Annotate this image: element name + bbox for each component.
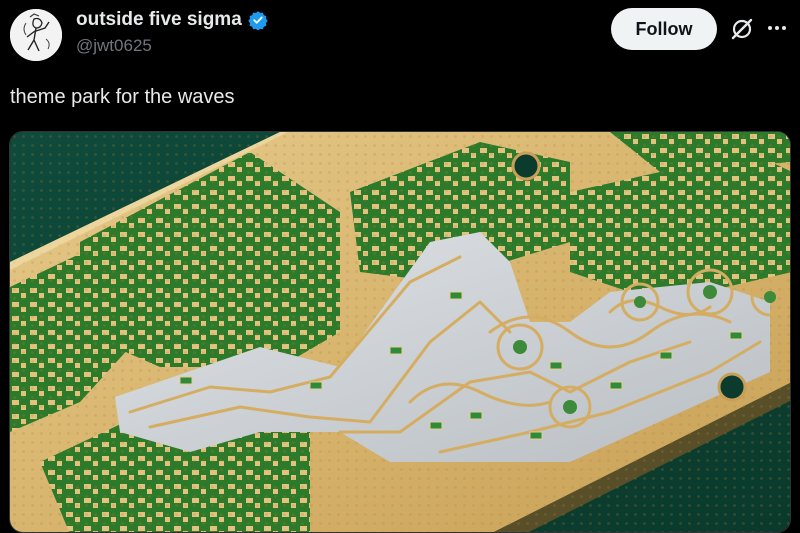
- follow-button[interactable]: Follow: [611, 8, 717, 50]
- grok-icon[interactable]: [729, 16, 755, 42]
- tweet-header: outside five sigma @jwt0625 Follow: [0, 0, 800, 70]
- display-name[interactable]: outside five sigma: [76, 9, 242, 31]
- tweet-text: theme park for the waves: [10, 86, 235, 108]
- sketch-figure-avatar-icon: [10, 9, 62, 61]
- circuit-board-photo-icon: [10, 132, 790, 532]
- more-horizontal-icon[interactable]: [764, 15, 790, 41]
- avatar[interactable]: [10, 9, 62, 61]
- verified-badge-icon: [248, 11, 268, 30]
- name-row: outside five sigma: [76, 9, 268, 31]
- tweet-media-image[interactable]: [9, 131, 791, 533]
- user-handle[interactable]: @jwt0625: [76, 36, 152, 56]
